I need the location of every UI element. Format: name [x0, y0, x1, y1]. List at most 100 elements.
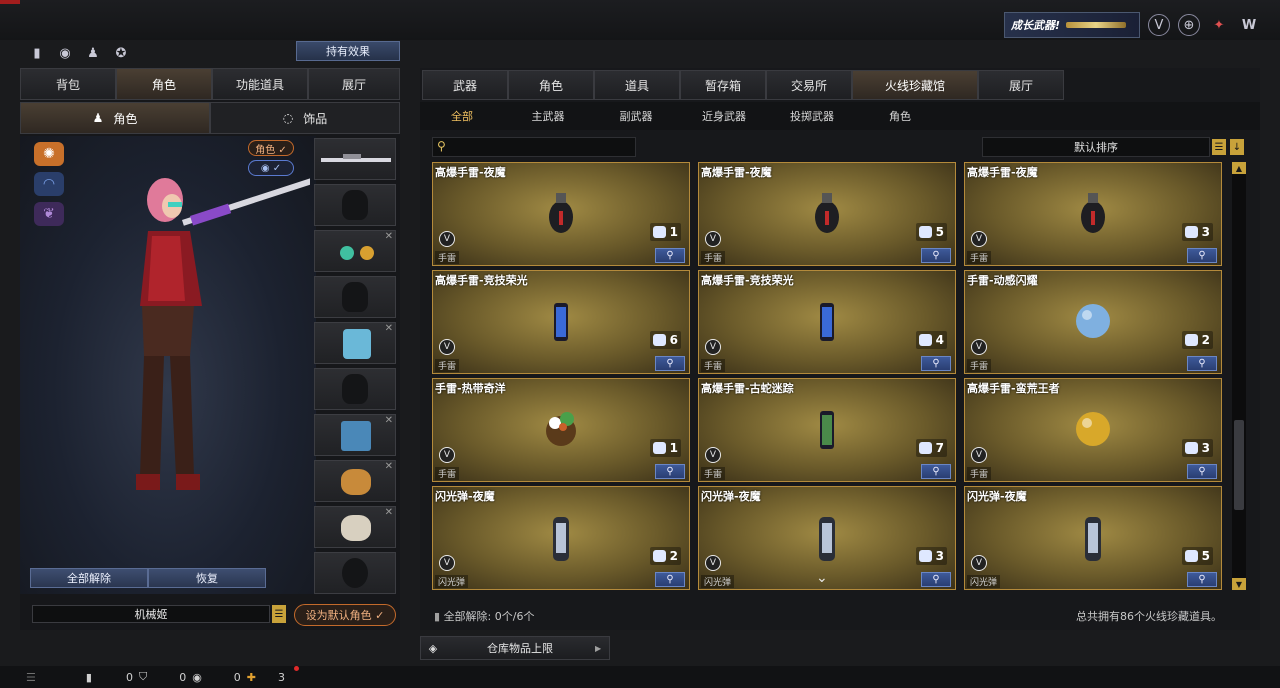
role-toggle-pill[interactable]: 角色 ✓	[248, 140, 294, 156]
filter-character[interactable]: 角色	[856, 102, 944, 130]
restore-button[interactable]: 恢复	[148, 568, 266, 588]
slot-left-glove[interactable]: ✕	[314, 460, 396, 502]
item-card[interactable]: 闪光弹-夜魔 V 闪光弹 2 ⚲	[432, 486, 690, 590]
inspect-button[interactable]: ⚲	[921, 464, 951, 479]
sort-direction-icon[interactable]: ↓	[1230, 139, 1244, 155]
item-card[interactable]: 高爆手雷-夜魔 V 手雷 3 ⚲	[964, 162, 1222, 266]
inspect-button[interactable]: ⚲	[655, 464, 685, 479]
tab-items[interactable]: 道具	[594, 70, 680, 100]
inspect-button[interactable]: ⚲	[1187, 248, 1217, 263]
item-card[interactable]: 手雷-热带奇洋 V 手雷 1 ⚲	[432, 378, 690, 482]
bag-icon[interactable]: ✪	[110, 42, 132, 64]
filter-primary[interactable]: 主武器	[504, 102, 592, 130]
sort-dropdown[interactable]: 默认排序	[982, 137, 1210, 157]
inspect-button[interactable]: ⚲	[1187, 572, 1217, 587]
item-card[interactable]: 高爆手雷-竞技荣光 V 手雷 4 ⚲	[698, 270, 956, 374]
magnifier-icon: ⚲	[932, 466, 940, 477]
set-default-character-button[interactable]: 设为默认角色 ✓	[294, 604, 396, 626]
sort-menu-icon[interactable]: ☰	[1212, 139, 1226, 155]
tab-weapons[interactable]: 武器	[422, 70, 508, 100]
list-icon[interactable]: ☰	[26, 671, 36, 684]
scroll-up-icon[interactable]: ▲	[1232, 162, 1246, 174]
slot-extra[interactable]	[314, 552, 396, 594]
tab-characters[interactable]: 角色	[508, 70, 594, 100]
item-card[interactable]: 闪光弹-夜魔 V 闪光弹 5 ⚲	[964, 486, 1222, 590]
tab-character[interactable]: 角色	[116, 68, 212, 100]
inspect-button[interactable]: ⚲	[1187, 464, 1217, 479]
trophy-icon[interactable]: ✦	[1208, 14, 1230, 36]
tab-functional-items[interactable]: 功能道具	[212, 68, 308, 100]
person-run-icon[interactable]: ♟	[82, 42, 104, 64]
left-tabs: 背包 角色 功能道具 展厅	[20, 68, 400, 100]
globe-icon[interactable]: ⊕	[1178, 14, 1200, 36]
body-category-icon[interactable]: ✺	[34, 142, 64, 166]
bottom-item: ⛉ 0	[139, 670, 186, 684]
stats-icon[interactable]: ▮	[26, 42, 48, 64]
clear-all-button[interactable]: 全部解除	[30, 568, 148, 588]
tab-showroom[interactable]: 展厅	[308, 68, 400, 100]
filter-melee[interactable]: 近身武器	[680, 102, 768, 130]
slot-primary-weapon[interactable]	[314, 138, 396, 180]
grow-weapon-banner[interactable]: 成长武器!	[1004, 12, 1140, 38]
slot-glasses[interactable]: ✕	[314, 230, 396, 272]
inspect-button[interactable]: ⚲	[921, 248, 951, 263]
remove-icon[interactable]: ✕	[385, 415, 393, 426]
subtab-character[interactable]: ♟ 角色	[20, 102, 210, 134]
w-logo-icon[interactable]: W	[1238, 14, 1260, 36]
tab-showroom-right[interactable]: 展厅	[978, 70, 1064, 100]
scroll-thumb[interactable]	[1234, 420, 1244, 510]
slot-body[interactable]	[314, 276, 396, 318]
backpack-icon	[343, 329, 371, 359]
inspect-button[interactable]: ⚲	[921, 572, 951, 587]
gift-icon[interactable]: ✚	[247, 671, 256, 684]
sort-label: 默认排序	[1074, 141, 1118, 154]
inspect-button[interactable]: ⚲	[655, 248, 685, 263]
slot-right-glove[interactable]: ✕	[314, 506, 396, 548]
remove-icon[interactable]: ✕	[385, 323, 393, 334]
subtab-character-label: 角色	[113, 111, 138, 126]
warehouse-limit-button[interactable]: ◈ 仓库物品上限 ▶	[420, 636, 610, 660]
inspect-button[interactable]: ⚲	[655, 356, 685, 371]
item-card[interactable]: 高爆手雷-夜魔 V 手雷 5 ⚲	[698, 162, 956, 266]
filter-throwable[interactable]: 投掷武器	[768, 102, 856, 130]
item-card[interactable]: 高爆手雷-夜魔 V 手雷 1 ⚲	[432, 162, 690, 266]
character-name-field[interactable]: 机械姬	[32, 605, 270, 623]
inspect-button[interactable]: ⚲	[1187, 356, 1217, 371]
remove-icon[interactable]: ✕	[385, 461, 393, 472]
item-count: 3	[1181, 223, 1213, 241]
item-card[interactable]: 高爆手雷-蛮荒王者 V 手雷 3 ⚲	[964, 378, 1222, 482]
filter-all[interactable]: 全部	[420, 102, 504, 130]
headgear-category-icon[interactable]: ◠	[34, 172, 64, 196]
bottom-value: 0	[179, 670, 187, 684]
item-count: 1	[649, 223, 681, 241]
filter-secondary[interactable]: 副武器	[592, 102, 680, 130]
inspect-button[interactable]: ⚲	[655, 572, 685, 587]
more-chevron-icon[interactable]: ⌄	[816, 570, 828, 586]
bottom-value: 3	[278, 670, 286, 684]
eye-target-icon[interactable]: ◉	[54, 42, 76, 64]
slot-accessory[interactable]	[314, 368, 396, 410]
remove-icon[interactable]: ✕	[385, 231, 393, 242]
remove-icon[interactable]: ✕	[385, 507, 393, 518]
effects-button[interactable]: 持有效果	[296, 41, 400, 61]
tab-backpack[interactable]: 背包	[20, 68, 116, 100]
slot-head[interactable]	[314, 184, 396, 226]
scrollbar[interactable]: ▲ ▼	[1232, 162, 1246, 590]
item-card[interactable]: 高爆手雷-古蛇迷踪 V 手雷 7 ⚲	[698, 378, 956, 482]
menu-icon[interactable]: ☰	[272, 605, 286, 623]
tab-exchange[interactable]: 交易所	[766, 70, 852, 100]
shield-v-icon[interactable]: V	[1148, 14, 1170, 36]
slot-armor[interactable]: ✕	[314, 414, 396, 456]
search-input[interactable]: ⚲	[432, 137, 636, 157]
tab-storage[interactable]: 暂存箱	[680, 70, 766, 100]
item-card[interactable]: 手雷-动感闪耀 V 手雷 2 ⚲	[964, 270, 1222, 374]
slot-backpack[interactable]: ✕	[314, 322, 396, 364]
inspect-button[interactable]: ⚲	[921, 356, 951, 371]
item-card[interactable]: 高爆手雷-竞技荣光 V 手雷 6 ⚲	[432, 270, 690, 374]
scroll-down-icon[interactable]: ▼	[1232, 578, 1246, 590]
tab-collection[interactable]: 火线珍藏馆	[852, 70, 978, 100]
subtab-accessory[interactable]: ◌ 饰品	[210, 102, 400, 134]
wings-category-icon[interactable]: ❦	[34, 202, 64, 226]
view-toggle-pill[interactable]: ◉ ✓	[248, 160, 294, 176]
item-count: 1	[649, 439, 681, 457]
